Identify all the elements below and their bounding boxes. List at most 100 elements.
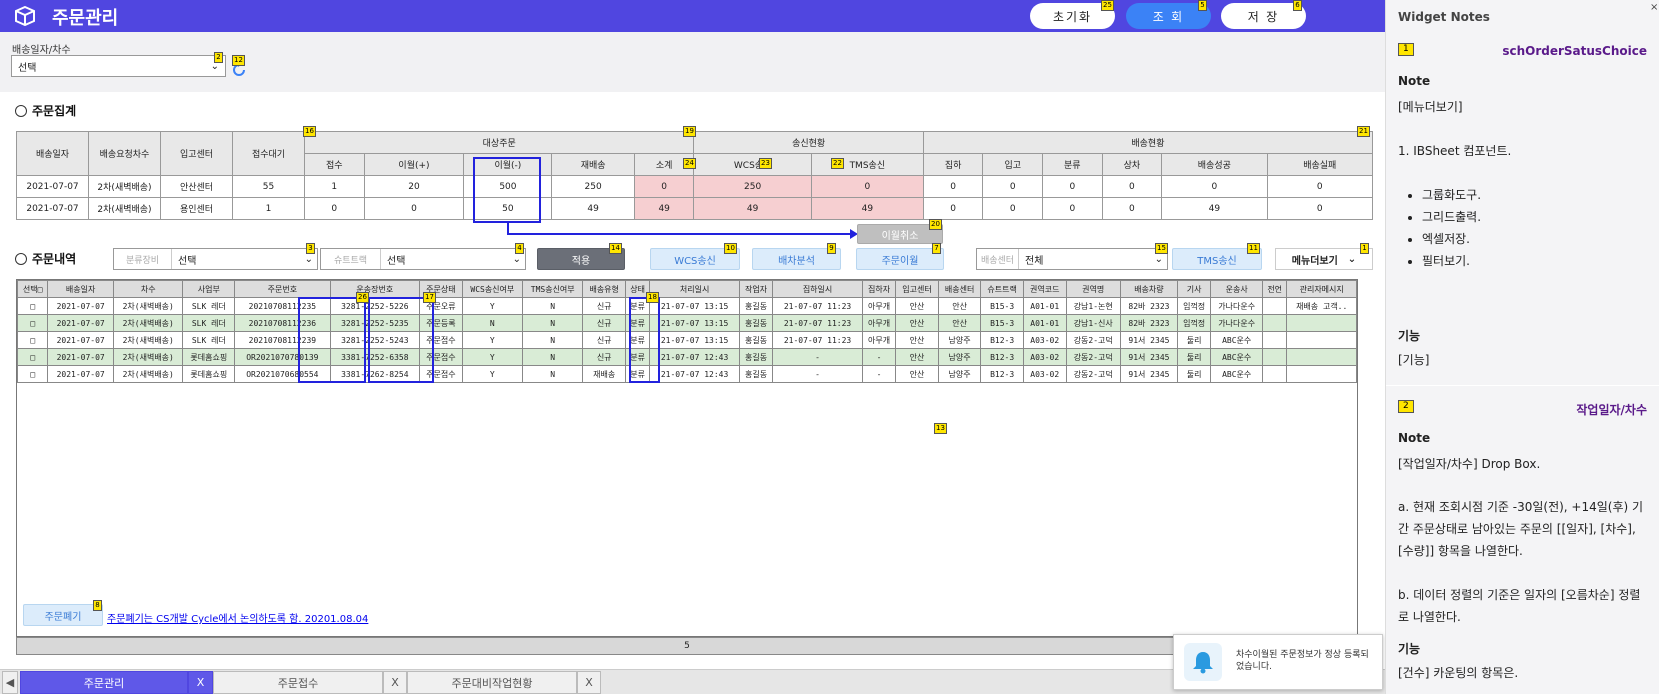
grid-col-header[interactable]: 집하자 xyxy=(861,280,897,298)
badge: 9 xyxy=(827,243,836,254)
grid-col-header[interactable]: 관리자메시지 xyxy=(1286,280,1357,298)
sorter-select[interactable]: 분류장비 선택 ⌄ xyxy=(113,248,318,270)
tab-order-management[interactable]: 주문관리 xyxy=(20,671,188,694)
grid-col-header[interactable]: 선택□ xyxy=(16,280,49,298)
grid-col-header[interactable]: WCS송신여부 xyxy=(461,280,524,298)
grid-cell: - xyxy=(772,348,863,366)
tab-order-receipt[interactable]: 주문접수 xyxy=(213,671,383,694)
grid-cell: 신규 xyxy=(582,348,626,366)
tab-close-button[interactable]: X xyxy=(577,671,601,694)
grid-cell: A03-02 xyxy=(1022,365,1067,383)
grid-cell: Y xyxy=(461,331,524,349)
table-row[interactable]: □ 2021-07-07 2차(새벽배송) SLK 레더 20210708112239 3… xyxy=(16,331,1357,349)
summary-row[interactable]: 2021-07-07 2차(새벽배송) 용인센터 1 0 0 50 49 49 49 49 0 0 0 0 4… xyxy=(16,197,1374,220)
row-count: 5 xyxy=(684,641,690,651)
table-row[interactable]: □ 2021-07-07 2차(새벽배송) 롯데홈쇼핑 OR2021070780139 3… xyxy=(16,348,1357,366)
grid-cell xyxy=(1261,365,1288,383)
grid-col-header[interactable]: 배송일자 xyxy=(47,280,114,298)
detail-radio[interactable] xyxy=(15,253,27,265)
menu-more-label: 메뉴더보기 xyxy=(1291,255,1338,267)
grid-col-header[interactable]: 권역코드 xyxy=(1022,280,1067,298)
sub-header: 상차 xyxy=(1101,153,1163,176)
center-value: 전체 xyxy=(1025,255,1044,267)
row-checkbox[interactable]: □ xyxy=(16,365,49,383)
col-header: 배송일자 xyxy=(16,131,89,176)
sorter-label: 분류장비 xyxy=(114,249,172,269)
note-text: [메뉴더보기] xyxy=(1398,100,1463,114)
tab-close-button[interactable]: X xyxy=(188,671,213,694)
col-header: 접수대기 xyxy=(232,131,305,176)
cell: 20 xyxy=(363,175,465,198)
tab-order-work-status[interactable]: 주문대비작업현황 xyxy=(407,671,577,694)
grid-col-header[interactable]: 운송장번호 xyxy=(329,280,421,298)
badge: 23 xyxy=(759,158,772,169)
badge: 24 xyxy=(683,158,696,169)
sorter-value: 선택 xyxy=(178,255,197,267)
divider xyxy=(1386,385,1659,386)
toast-text: 차수이월된 주문정보가 정상 등록되었습니다. xyxy=(1236,650,1369,672)
grid-cell: 아무개 xyxy=(861,331,897,349)
date-round-select[interactable]: 선택 ⌄ xyxy=(11,55,226,77)
badge: 14 xyxy=(609,243,622,254)
grid-col-header[interactable]: 슈트트랙 xyxy=(980,280,1024,298)
highlight-box xyxy=(473,157,541,223)
menu-more-select[interactable]: 메뉴더보기 ⌄ xyxy=(1275,248,1373,270)
sub-header: 재배송 xyxy=(551,153,635,176)
badge: 18 xyxy=(646,292,659,303)
grid-col-header[interactable]: 배송유형 xyxy=(582,280,626,298)
summary-radio[interactable] xyxy=(15,105,27,117)
badge: 10 xyxy=(724,243,737,254)
badge: 17 xyxy=(423,292,436,303)
row-checkbox[interactable]: □ xyxy=(16,331,49,349)
grid-col-header[interactable]: 입고센터 xyxy=(895,280,939,298)
grid-cell: 롯데홈쇼핑 xyxy=(182,348,236,366)
function-text: [건수] 카운팅의 항목은. xyxy=(1398,666,1519,680)
table-row[interactable]: □ 2021-07-07 2차(새벽배송) SLK 레더 20210708112235 3… xyxy=(16,297,1357,315)
grid-cell: 홍길동 xyxy=(738,297,774,315)
grid-col-header[interactable]: 차수 xyxy=(112,280,184,298)
discard-note-link[interactable]: 주문폐기는 CS개발 Cycle에서 논의하도록 함. 20201.08.04 xyxy=(107,610,368,625)
badge: 26 xyxy=(356,292,369,303)
grid-col-header[interactable]: TMS송신여부 xyxy=(522,280,584,298)
grid-cell: SLK 레더 xyxy=(182,314,236,332)
row-checkbox[interactable]: □ xyxy=(16,297,49,315)
tab-scroll-left-icon[interactable]: ◀ xyxy=(2,671,18,694)
tab-close-button[interactable]: X xyxy=(383,671,407,694)
grid-cell: B12-3 xyxy=(980,365,1024,383)
grid-col-header[interactable]: 처리일시 xyxy=(649,280,740,298)
page-title: 주문관리 xyxy=(52,8,119,29)
center-select[interactable]: 배송센터 전체 ⌄ xyxy=(976,248,1168,270)
summary-row[interactable]: 2021-07-07 2차(새벽배송) 안산센터 55 1 20 500 250 0 250 0 0 0… xyxy=(16,175,1374,198)
sub-header: 접수 xyxy=(304,153,365,176)
badge: 4 xyxy=(515,243,524,254)
grid-col-header[interactable]: 배송차량 xyxy=(1119,280,1178,298)
grid-col-header[interactable]: 전언 xyxy=(1261,280,1288,298)
grid-cell: ABC운수 xyxy=(1210,331,1263,349)
order-discard-button[interactable]: 주문폐기 xyxy=(23,604,103,626)
grid-cell: 2차(새벽배송) xyxy=(112,331,184,349)
grid-col-header[interactable]: 운송사 xyxy=(1210,280,1263,298)
row-checkbox[interactable]: □ xyxy=(16,314,49,332)
badge: 22 xyxy=(831,158,844,169)
chute-select[interactable]: 슈트트랙 선택 ⌄ xyxy=(320,248,526,270)
row-checkbox[interactable]: □ xyxy=(16,348,49,366)
close-icon[interactable]: × xyxy=(1650,2,1658,13)
note-widget-name: 작업일자/차수 xyxy=(1576,403,1647,417)
grid-col-header[interactable]: 집하일시 xyxy=(772,280,863,298)
grid-col-header[interactable]: 기사 xyxy=(1176,280,1212,298)
grid-col-header[interactable]: 작업자 xyxy=(738,280,774,298)
cell: 0 xyxy=(1266,197,1374,220)
order-carry-button[interactable]: 주문이월 xyxy=(856,248,944,270)
grid-col-header[interactable]: 사업부 xyxy=(182,280,236,298)
grid-cell: 2021-07-07 xyxy=(47,331,114,349)
grid-col-header[interactable]: 권역명 xyxy=(1065,280,1121,298)
grid-cell: 신규 xyxy=(582,331,626,349)
cell: 0 xyxy=(363,197,465,220)
grid-cell: SLK 레더 xyxy=(182,331,236,349)
table-row[interactable]: □ 2021-07-07 2차(새벽배송) 롯데홈쇼핑 OR2021070680554 3… xyxy=(16,365,1357,383)
grid-col-header[interactable]: 주문번호 xyxy=(234,280,331,298)
grid-col-header[interactable]: 배송센터 xyxy=(937,280,982,298)
sub-header: 분류 xyxy=(1042,153,1103,176)
grid-cell: B15-3 xyxy=(980,314,1024,332)
table-row[interactable]: □ 2021-07-07 2차(새벽배송) SLK 레더 20210708112236 3… xyxy=(16,314,1357,332)
